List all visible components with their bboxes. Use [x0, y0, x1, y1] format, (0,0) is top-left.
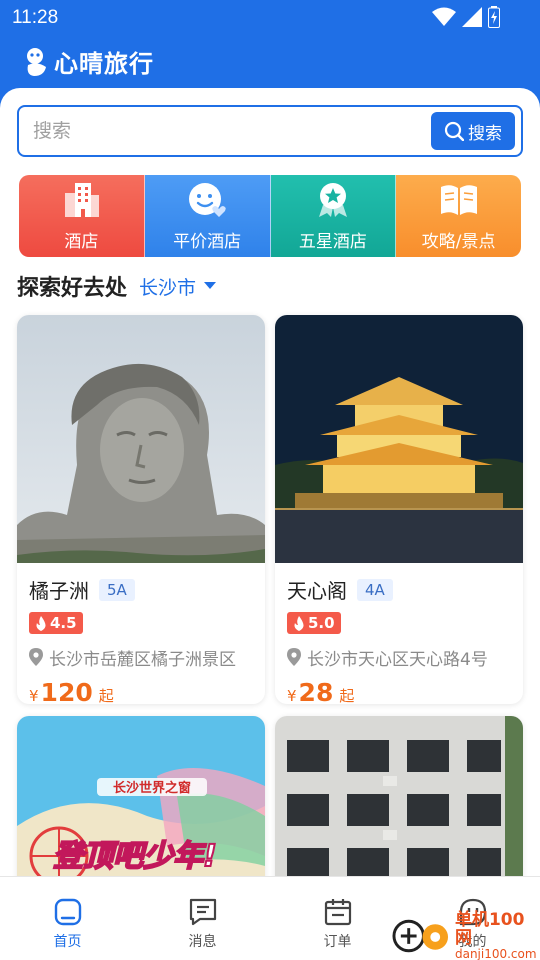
- place-name: 橘子洲: [29, 579, 89, 603]
- price-value: 120: [40, 677, 93, 705]
- tab-label: 消息: [188, 934, 217, 950]
- building-photo: [275, 716, 523, 896]
- tab-orders[interactable]: 订单: [270, 877, 405, 960]
- location-pin-icon: [287, 648, 301, 666]
- message-icon: [189, 898, 216, 926]
- category-grid: 酒店 平价酒店 五星酒店 攻略/景点: [19, 175, 521, 257]
- smiley-heart-icon: [189, 182, 226, 217]
- search-icon: [444, 121, 464, 141]
- rating-badge: 5.0: [287, 612, 341, 634]
- tab-messages[interactable]: 消息: [135, 877, 270, 960]
- place-name: 天心阁: [287, 579, 347, 603]
- category-label: 平价酒店: [173, 231, 242, 252]
- statue-photo: [17, 315, 265, 563]
- search-bar: 搜索: [17, 105, 523, 157]
- place-card-window-of-world[interactable]: 长沙世界之窗 登顶吧少年!: [17, 716, 265, 896]
- star-badge-icon: [318, 182, 347, 217]
- search-button[interactable]: 搜索: [431, 112, 515, 150]
- caret-down-icon: [204, 282, 217, 289]
- category-five-star-hotel[interactable]: 五星酒店: [270, 175, 397, 257]
- place-card-orange-isle[interactable]: 橘子洲 5A 4.5 长沙市岳麓区橘子洲景区 ¥ 120 起: [17, 315, 265, 704]
- category-guides-attractions[interactable]: 攻略/景点: [396, 175, 521, 257]
- city-label: 长沙市: [139, 276, 197, 299]
- place-card-hotel-building[interactable]: [275, 716, 523, 896]
- price-value: 28: [298, 677, 334, 705]
- tab-label: 首页: [53, 934, 82, 950]
- mascot-logo-icon: [27, 47, 46, 76]
- signal-icon: [462, 7, 482, 27]
- rating-value: 5.0: [308, 614, 335, 632]
- flame-icon: [36, 615, 46, 631]
- place-card-tianxin-pavilion[interactable]: 天心阁 4A 5.0 长沙市天心区天心路4号 ¥ 28 起: [275, 315, 523, 704]
- search-input[interactable]: [33, 117, 413, 145]
- price-suffix: 起: [98, 686, 114, 705]
- poster-brand: 长沙世界之窗: [113, 780, 191, 796]
- pavilion-night-photo: [275, 315, 523, 563]
- category-hotel[interactable]: 酒店: [19, 175, 145, 257]
- search-button-label: 搜索: [468, 123, 502, 144]
- scenic-level-badge: 4A: [357, 578, 393, 601]
- place-address: 长沙市岳麓区橘子洲景区: [49, 649, 236, 670]
- watermark-logo-icon: [392, 919, 449, 953]
- app-brand: 心晴旅行: [24, 44, 154, 79]
- category-budget-hotel[interactable]: 平价酒店: [144, 175, 271, 257]
- app-title: 心晴旅行: [54, 50, 154, 78]
- place-address: 长沙市天心区天心路4号: [307, 649, 488, 670]
- section-title: 探索好去处: [17, 276, 128, 301]
- status-bar: 11:28: [0, 0, 540, 36]
- category-label: 酒店: [64, 231, 99, 252]
- status-time: 11:28: [12, 7, 59, 28]
- scenic-level-badge: 5A: [99, 578, 135, 601]
- calendar-icon: [324, 899, 351, 926]
- poster-photo: 长沙世界之窗 登顶吧少年!: [17, 716, 265, 896]
- rating-value: 4.5: [50, 614, 77, 632]
- category-label: 攻略/景点: [421, 231, 496, 252]
- status-icons: [432, 6, 500, 28]
- price: ¥ 28 起: [287, 678, 511, 705]
- place-info: 天心阁 4A 5.0 长沙市天心区天心路4号 ¥ 28 起: [275, 563, 523, 704]
- building-icon: [65, 182, 100, 217]
- price: ¥ 120 起: [29, 678, 253, 705]
- watermark-title: 单机100网: [454, 910, 525, 948]
- tab-home[interactable]: 首页: [0, 877, 135, 960]
- tab-label: 订单: [323, 934, 352, 950]
- place-info: 橘子洲 5A 4.5 长沙市岳麓区橘子洲景区 ¥ 120 起: [17, 563, 265, 704]
- city-selector[interactable]: 长沙市: [139, 273, 217, 300]
- book-icon: [440, 184, 477, 215]
- place-photo: [275, 716, 523, 896]
- flame-icon: [294, 615, 304, 631]
- poster-slogan: 登顶吧少年!: [53, 839, 217, 874]
- price-suffix: 起: [339, 686, 355, 705]
- location-pin-icon: [29, 648, 43, 666]
- watermark: 单机100网 danji100.com: [392, 910, 540, 960]
- place-photo: 长沙世界之窗 登顶吧少年!: [17, 716, 265, 896]
- explore-header: 探索好去处 长沙市: [17, 270, 217, 302]
- rating-badge: 4.5: [29, 612, 83, 634]
- wifi-icon: [432, 7, 456, 26]
- price-currency: ¥: [29, 686, 39, 705]
- home-icon: [54, 898, 81, 926]
- price-currency: ¥: [287, 686, 297, 705]
- place-photo: [17, 315, 265, 563]
- watermark-url: danji100.com: [454, 946, 537, 960]
- battery-icon: [488, 6, 500, 28]
- place-photo: [275, 315, 523, 563]
- category-label: 五星酒店: [298, 231, 367, 252]
